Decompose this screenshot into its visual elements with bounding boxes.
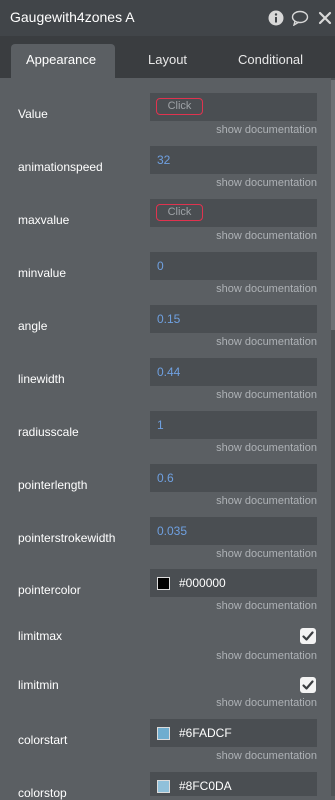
property-row-radiusscale: radiusscale 1 show documentation bbox=[0, 411, 330, 464]
linewidth-input[interactable]: 0.44 bbox=[150, 358, 317, 386]
show-documentation-link[interactable]: show documentation bbox=[216, 697, 317, 709]
field-value: 0.15 bbox=[157, 312, 181, 326]
show-documentation-link[interactable]: show documentation bbox=[216, 283, 317, 295]
colorstart-picker[interactable]: #6FADCF bbox=[150, 719, 317, 747]
maxvalue-input[interactable]: Click bbox=[150, 199, 317, 227]
property-label: pointercolor bbox=[18, 583, 81, 597]
property-row-pointerstrokewidth: pointerstrokewidth 0.035 show documentat… bbox=[0, 517, 330, 570]
color-hex-value: #000000 bbox=[179, 576, 226, 590]
field-value: 0.6 bbox=[157, 471, 174, 485]
field-value: 0 bbox=[157, 259, 164, 273]
colorstop-picker[interactable]: #8FC0DA bbox=[150, 772, 317, 796]
limitmax-checkbox[interactable] bbox=[300, 628, 316, 644]
scrollbar-thumb[interactable] bbox=[331, 80, 335, 330]
property-row-limitmax: limitmax show documentation bbox=[0, 628, 330, 681]
show-documentation-link[interactable]: show documentation bbox=[216, 124, 317, 136]
show-documentation-link[interactable]: show documentation bbox=[216, 750, 317, 762]
radiusscale-input[interactable]: 1 bbox=[150, 411, 317, 439]
show-documentation-link[interactable]: show documentation bbox=[216, 548, 317, 560]
info-icon[interactable] bbox=[268, 10, 284, 31]
comment-icon[interactable] bbox=[291, 10, 309, 31]
property-label: Value bbox=[18, 107, 48, 121]
show-documentation-link[interactable]: show documentation bbox=[216, 389, 317, 401]
field-value: 0.035 bbox=[157, 524, 188, 538]
field-value: 0.44 bbox=[157, 365, 181, 379]
property-row-pointerlength: pointerlength 0.6 show documentation bbox=[0, 464, 330, 517]
show-documentation-link[interactable]: show documentation bbox=[216, 495, 317, 507]
tab-conditional[interactable]: Conditional bbox=[238, 52, 303, 67]
value-input[interactable]: Click bbox=[150, 93, 317, 121]
pointercolor-picker[interactable]: #000000 bbox=[150, 569, 317, 597]
click-placeholder[interactable]: Click bbox=[156, 98, 203, 115]
minvalue-input[interactable]: 0 bbox=[150, 252, 317, 280]
property-label: minvalue bbox=[18, 266, 67, 280]
property-row-angle: angle 0.15 show documentation bbox=[0, 305, 330, 358]
tab-appearance-label[interactable]: Appearance bbox=[26, 52, 96, 67]
property-row-colorstart: colorstart #6FADCF show documentation bbox=[0, 719, 330, 772]
property-label: limitmax bbox=[18, 629, 62, 643]
property-row-value: Value Click show documentation bbox=[0, 93, 330, 146]
property-row-colorstop: colorstop #8FC0DA bbox=[0, 772, 330, 800]
property-label: linewidth bbox=[18, 372, 65, 386]
angle-input[interactable]: 0.15 bbox=[150, 305, 317, 333]
show-documentation-link[interactable]: show documentation bbox=[216, 650, 317, 662]
checkmark-icon bbox=[302, 631, 314, 641]
show-documentation-link[interactable]: show documentation bbox=[216, 336, 317, 348]
property-row-pointercolor: pointercolor #000000 show documentation bbox=[0, 569, 330, 622]
property-label: limitmin bbox=[18, 678, 59, 692]
property-label: angle bbox=[18, 319, 48, 333]
checkmark-icon bbox=[302, 680, 314, 690]
property-label: radiusscale bbox=[18, 425, 79, 439]
tab-layout[interactable]: Layout bbox=[148, 52, 187, 67]
property-label: animationspeed bbox=[18, 160, 103, 174]
show-documentation-link[interactable]: show documentation bbox=[216, 600, 317, 612]
click-placeholder[interactable]: Click bbox=[156, 204, 203, 221]
property-row-linewidth: linewidth 0.44 show documentation bbox=[0, 358, 330, 411]
animationspeed-input[interactable]: 32 bbox=[150, 146, 317, 174]
color-swatch[interactable] bbox=[157, 780, 170, 793]
panel-title: Gaugewith4zones A bbox=[10, 9, 135, 25]
property-label: maxvalue bbox=[18, 213, 70, 227]
show-documentation-link[interactable]: show documentation bbox=[216, 177, 317, 189]
panel-header: Gaugewith4zones A bbox=[0, 0, 335, 36]
property-row-minvalue: minvalue 0 show documentation bbox=[0, 252, 330, 305]
property-row-maxvalue: maxvalue Click show documentation bbox=[0, 199, 330, 252]
show-documentation-link[interactable]: show documentation bbox=[216, 230, 317, 242]
color-hex-value: #8FC0DA bbox=[179, 779, 232, 793]
field-value: 32 bbox=[157, 153, 171, 167]
color-swatch[interactable] bbox=[157, 577, 170, 590]
property-label: pointerlength bbox=[18, 478, 88, 492]
color-hex-value: #6FADCF bbox=[179, 726, 232, 740]
pointerlength-input[interactable]: 0.6 bbox=[150, 464, 317, 492]
property-label: colorstart bbox=[18, 733, 68, 747]
property-label: colorstop bbox=[18, 786, 67, 800]
property-label: pointerstrokewidth bbox=[18, 531, 116, 545]
limitmin-checkbox[interactable] bbox=[300, 677, 316, 693]
field-value: 1 bbox=[157, 418, 164, 432]
show-documentation-link[interactable]: show documentation bbox=[216, 442, 317, 454]
color-swatch[interactable] bbox=[157, 727, 170, 740]
close-icon[interactable] bbox=[318, 11, 332, 30]
property-row-animationspeed: animationspeed 32 show documentation bbox=[0, 146, 330, 199]
pointerstrokewidth-input[interactable]: 0.035 bbox=[150, 517, 317, 545]
